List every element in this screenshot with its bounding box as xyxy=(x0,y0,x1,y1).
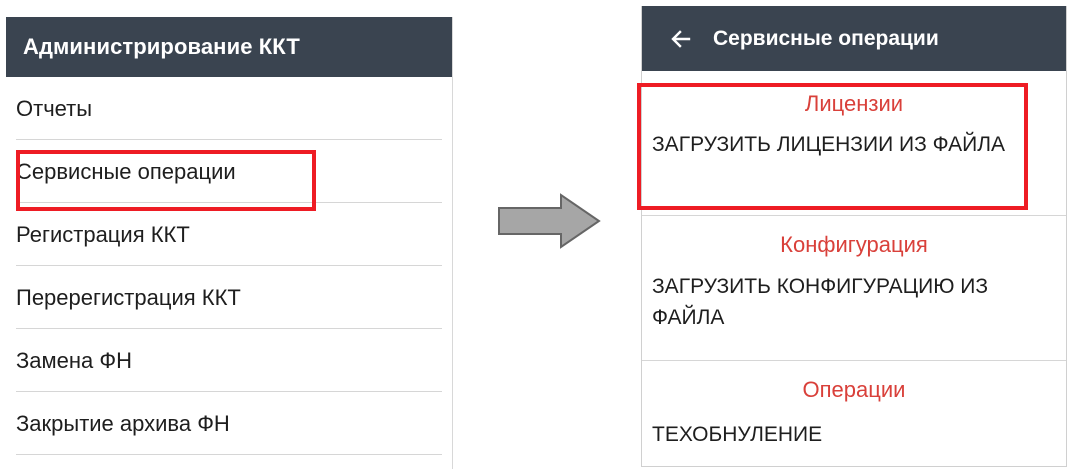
licenses-section: Лицензии ЗАГРУЗИТЬ ЛИЦЕНЗИИ ИЗ ФАЙЛА xyxy=(642,71,1066,216)
menu-item-kkt-registration[interactable]: Регистрация ККТ xyxy=(6,203,452,266)
load-configuration-button[interactable]: ЗАГРУЗИТЬ КОНФИГУРАЦИЮ ИЗ ФАЙЛА xyxy=(642,271,1066,333)
left-screen: Администрирование ККТ Отчеты Сервисные о… xyxy=(6,17,453,469)
configuration-section-header: Конфигурация xyxy=(780,232,928,257)
right-app-bar: Сервисные операции xyxy=(642,6,1066,71)
menu-item-label: Сервисные операции xyxy=(16,158,236,184)
left-app-bar: Администрирование ККТ xyxy=(6,17,452,77)
menu-item-label: Регистрация ККТ xyxy=(16,221,190,247)
menu-item-reports[interactable]: Отчеты xyxy=(6,77,452,140)
right-app-bar-title: Сервисные операции xyxy=(713,26,939,50)
menu-item-service-operations[interactable]: Сервисные операции xyxy=(6,140,452,203)
left-app-bar-title: Администрирование ККТ xyxy=(23,34,300,59)
configuration-section: Конфигурация ЗАГРУЗИТЬ КОНФИГУРАЦИЮ ИЗ Ф… xyxy=(642,216,1066,361)
menu-item-kkt-reregistration[interactable]: Перерегистрация ККТ xyxy=(6,266,452,329)
tech-reset-button[interactable]: ТЕХОБНУЛЕНИЕ xyxy=(642,419,1066,450)
menu-item-fn-replacement[interactable]: Замена ФН xyxy=(6,329,452,392)
operations-section: Операции ТЕХОБНУЛЕНИЕ xyxy=(642,361,1066,450)
back-arrow-icon[interactable] xyxy=(661,19,701,59)
load-licenses-button[interactable]: ЗАГРУЗИТЬ ЛИЦЕНЗИИ ИЗ ФАЙЛА xyxy=(642,129,1066,160)
menu-item-label: Замена ФН xyxy=(16,347,132,373)
menu-item-label: Перерегистрация ККТ xyxy=(16,284,241,310)
menu-item-label: Отчеты xyxy=(16,95,93,121)
menu-item-label: Закрытие архива ФН xyxy=(16,410,230,436)
licenses-section-header: Лицензии xyxy=(804,91,904,116)
menu-item-fn-archive-close[interactable]: Закрытие архива ФН xyxy=(6,392,452,455)
kkt-admin-menu: Отчеты Сервисные операции Регистрация КК… xyxy=(6,77,452,455)
right-arrow-icon xyxy=(498,193,601,249)
operations-section-header: Операции xyxy=(802,377,906,402)
right-screen: Сервисные операции Лицензии ЗАГРУЗИТЬ ЛИ… xyxy=(641,6,1067,467)
